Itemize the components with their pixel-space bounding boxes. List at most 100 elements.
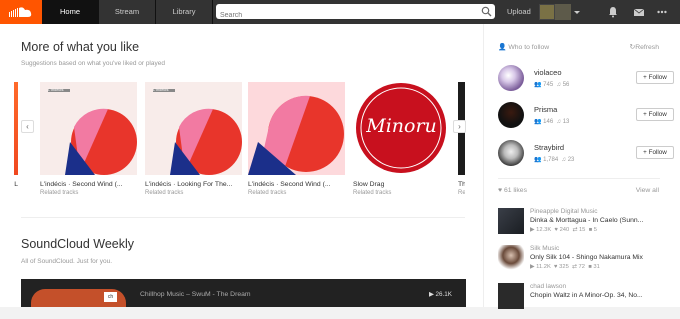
track-title[interactable]: Slow Drag xyxy=(353,181,450,188)
user-name[interactable]: Prisma xyxy=(534,105,557,114)
tracks-icon: ♫ xyxy=(556,119,562,125)
heart-icon: ♥ xyxy=(498,187,503,194)
tab-library[interactable]: Library xyxy=(156,0,213,24)
avatar[interactable] xyxy=(498,102,524,128)
tracks-icon: ♫ xyxy=(561,157,567,163)
divider xyxy=(498,178,660,179)
soundcloud-logo[interactable] xyxy=(0,0,42,24)
search-icon[interactable] xyxy=(481,6,492,17)
track-artist[interactable]: chad lawson xyxy=(530,283,566,290)
liked-track[interactable]: chad lawson Chopin Waltz in A Minor-Op. … xyxy=(498,283,674,319)
follow-suggestion: Straybird 👥 1,784 ♫ 23 + Follow xyxy=(498,140,674,170)
track-subtitle: Related tracks xyxy=(40,190,79,196)
section-title-weekly: SoundCloud Weekly xyxy=(21,237,135,251)
track-artwork[interactable]: Minoru xyxy=(353,82,450,175)
refresh-button[interactable]: ↻Refresh xyxy=(629,43,659,51)
tab-home[interactable]: Home xyxy=(42,0,99,24)
track-title[interactable]: L'indécis · Looking For The... xyxy=(145,181,242,188)
track-artist[interactable]: Pineapple Digital Music xyxy=(530,208,598,215)
search-input[interactable] xyxy=(216,8,466,23)
tab-stream[interactable]: Stream xyxy=(99,0,156,24)
right-sidebar: 👤 Who to follow ↻Refresh violaceo 👥 745 … xyxy=(483,24,680,309)
weekly-player[interactable]: ch Chillhop Music – SwuM - The Dream ▶ 2… xyxy=(21,279,466,307)
bell-icon[interactable] xyxy=(607,6,619,18)
track-subtitle: Related tracks xyxy=(145,190,184,196)
play-icon: ▶ xyxy=(530,227,535,233)
track-artwork[interactable]: L'indécis xyxy=(40,82,137,175)
more-icon[interactable] xyxy=(656,6,668,18)
followers-icon: 👥 xyxy=(534,82,542,88)
track-subtitle: Related tracks xyxy=(248,190,287,196)
repost-icon: ⇄ xyxy=(572,227,578,233)
track-tile-partial[interactable]: L xyxy=(14,82,18,188)
player-track-title[interactable]: Chillhop Music – SwuM - The Dream xyxy=(140,291,251,298)
track-artwork[interactable] xyxy=(498,283,524,309)
track-stats: ▶ 12.3K ♥ 240 ⇄ 15 ■ 5 xyxy=(530,227,598,233)
user-menu-avatar[interactable] xyxy=(555,4,571,20)
tracks-icon: ♫ xyxy=(556,82,562,88)
carousel-next-button[interactable]: › xyxy=(453,120,466,133)
section-title-more-like: More of what you like xyxy=(21,40,140,54)
divider xyxy=(21,217,465,218)
track-artwork[interactable] xyxy=(498,208,524,234)
add-user-icon: + xyxy=(643,111,647,118)
user-stats: 👥 146 ♫ 13 xyxy=(534,119,570,125)
track-artist[interactable]: Silk Music xyxy=(530,245,559,252)
track-subtitle: Related tracks xyxy=(353,190,392,196)
liked-track[interactable]: Silk Music Only Silk 104 - Shingo Nakamu… xyxy=(498,245,674,281)
track-artwork[interactable]: L'indécis xyxy=(145,82,242,175)
track-title[interactable]: Only Silk 104 - Shingo Nakamura Mix xyxy=(530,254,674,261)
user-name[interactable]: Straybird xyxy=(534,143,564,152)
user-avatar[interactable] xyxy=(539,4,555,20)
play-icon: ▶ xyxy=(530,264,535,270)
chillhop-logo: ch xyxy=(104,292,117,302)
add-user-icon: + xyxy=(643,149,647,156)
comment-icon: ■ xyxy=(588,264,592,270)
heart-icon: ♥ xyxy=(554,227,558,233)
track-tile[interactable]: L'indécis L'indécis · Second Wind (... R… xyxy=(40,82,137,196)
comment-icon: ■ xyxy=(588,227,593,233)
track-title[interactable]: Dinka & Morttagua - In Caelo (Sunn... xyxy=(530,217,674,224)
follow-button[interactable]: + Follow xyxy=(636,146,674,159)
track-artwork[interactable] xyxy=(498,245,524,271)
user-name[interactable]: violaceo xyxy=(534,68,562,77)
soundcloud-icon xyxy=(9,7,32,17)
followers-icon: 👥 xyxy=(534,157,542,163)
track-artwork[interactable] xyxy=(248,82,345,175)
follow-button[interactable]: + Follow xyxy=(636,71,674,84)
chevron-down-icon[interactable] xyxy=(574,11,580,14)
section-subtitle-weekly: All of SoundCloud. Just for you. xyxy=(21,258,113,265)
follow-button[interactable]: + Follow xyxy=(636,108,674,121)
track-stats: ▶ 11.2K ♥ 325 ⇄ 72 ■ 31 xyxy=(530,264,600,270)
section-subtitle-more-like: Suggestions based on what you've liked o… xyxy=(21,60,165,67)
repost-icon: ⇄ xyxy=(572,264,577,270)
track-title[interactable]: Chopin Waltz in A Minor-Op. 34, No... xyxy=(530,292,674,299)
track-title[interactable]: L'indécis · Second Wind (... xyxy=(248,181,345,188)
track-tile[interactable]: Minoru Slow Drag Related tracks xyxy=(353,82,450,196)
track-tile-partial[interactable]: Th Re xyxy=(458,82,465,196)
liked-track[interactable]: Pineapple Digital Music Dinka & Morttagu… xyxy=(498,208,674,244)
track-title[interactable]: L'indécis · Second Wind (... xyxy=(40,181,137,188)
likes-header[interactable]: ♥ 61 likes xyxy=(498,187,527,194)
track-tile[interactable]: L'indécis L'indécis · Looking For The...… xyxy=(145,82,242,196)
track-title[interactable]: Th xyxy=(458,181,465,188)
follow-suggestion: Prisma 👥 146 ♫ 13 + Follow xyxy=(498,102,674,132)
carousel-prev-button[interactable]: ‹ xyxy=(21,120,34,133)
main-content: More of what you like Suggestions based … xyxy=(0,24,680,309)
mail-icon[interactable] xyxy=(633,6,645,18)
avatar[interactable] xyxy=(498,140,524,166)
track-carousel: L L'indécis L'indécis · Second Wind (...… xyxy=(14,82,465,202)
track-subtitle: Re xyxy=(458,190,465,196)
chevron-left-icon: ‹ xyxy=(26,122,29,131)
heart-icon: ♥ xyxy=(554,264,558,270)
follow-suggestion: violaceo 👥 745 ♫ 56 + Follow xyxy=(498,65,674,95)
view-all-link[interactable]: View all xyxy=(636,187,659,194)
track-tile[interactable]: L'indécis · Second Wind (... Related tra… xyxy=(248,82,345,196)
who-to-follow-header: 👤 Who to follow xyxy=(498,44,550,51)
search-box xyxy=(216,4,495,23)
users-icon: 👤 xyxy=(498,44,507,51)
upload-link[interactable]: Upload xyxy=(507,0,531,24)
avatar[interactable] xyxy=(498,65,524,91)
add-user-icon: + xyxy=(643,74,647,81)
play-icon: ▶ xyxy=(428,291,434,298)
